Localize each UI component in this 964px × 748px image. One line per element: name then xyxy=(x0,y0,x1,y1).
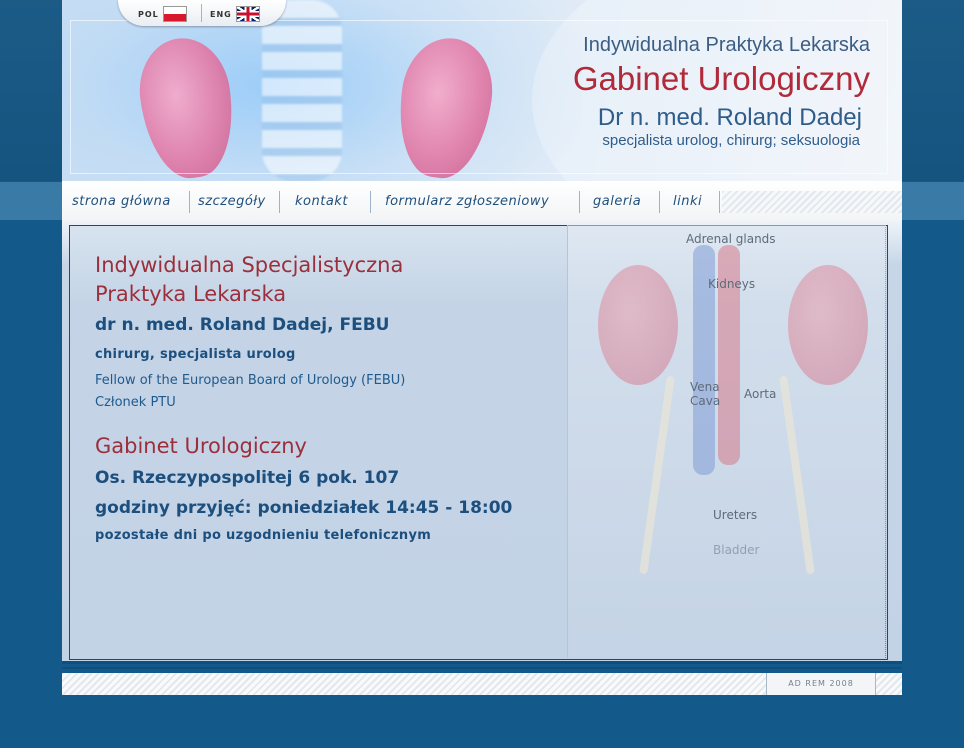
anatomy-kidney-left xyxy=(598,265,678,385)
language-separator xyxy=(201,4,202,22)
label-adrenal-glands: Adrenal glands xyxy=(686,232,776,246)
label-kidneys: Kidneys xyxy=(708,277,756,291)
anatomy-illustration: Adrenal glands Kidneys Vena Cava Aorta U… xyxy=(567,225,886,658)
footer-divider-thick xyxy=(62,661,902,664)
language-eng-label: ENG xyxy=(210,9,232,19)
nav-separator xyxy=(279,191,280,213)
footer-divider-thin xyxy=(62,667,902,669)
doctor-name: dr n. med. Roland Dadej, FEBU xyxy=(95,315,390,335)
language-switcher: POL ENG xyxy=(118,0,286,26)
nav-separator xyxy=(579,191,580,213)
label-vena: Vena xyxy=(690,380,720,394)
label-bladder: Bladder xyxy=(713,543,760,557)
nav-item-links[interactable]: linki xyxy=(673,192,702,212)
other-days-note: pozostałe dni po uzgodnieniu telefoniczn… xyxy=(95,528,432,543)
poland-flag-icon xyxy=(162,6,187,22)
credentials: Fellow of the European Board of Urology … xyxy=(95,370,555,414)
nav-separator xyxy=(719,191,720,213)
nav-item-gallery[interactable]: galeria xyxy=(593,192,641,212)
label-cava: Cava xyxy=(690,394,721,408)
label-ureters: Ureters xyxy=(713,508,758,522)
header-titles: Indywidualna Praktyka Lekarska Gabinet U… xyxy=(573,34,870,149)
fellow-text: Fellow of the European Board of Urology … xyxy=(95,373,406,388)
header-clinic-title: Gabinet Urologiczny xyxy=(572,60,870,97)
nav-separator xyxy=(659,191,660,213)
practice-heading-line2: Praktyka Lekarska xyxy=(95,282,287,306)
nav-item-home[interactable]: strona główna xyxy=(72,192,171,212)
nav-item-contact[interactable]: kontakt xyxy=(295,192,348,212)
content-area: Adrenal glands Kidneys Vena Cava Aorta U… xyxy=(62,221,902,661)
office-hours: godziny przyjęć: poniedziałek 14:45 - 18… xyxy=(95,498,513,518)
ureter-left-shape xyxy=(639,375,675,575)
practice-heading-line1: Indywidualna Specjalistyczna xyxy=(95,253,404,277)
main-text: Indywidualna Specjalistyczna Praktyka Le… xyxy=(95,251,555,543)
nav-stripe-decoration xyxy=(722,191,902,213)
footer-copyright: AD REM 2008 xyxy=(766,673,876,695)
language-pol-link[interactable]: POL xyxy=(138,6,187,22)
footer: AD REM 2008 xyxy=(62,673,902,695)
header-specialties: specjalista urolog, chirurg; seksuologia xyxy=(602,132,860,149)
language-pol-label: POL xyxy=(138,9,159,19)
nav-item-application-form[interactable]: formularz zgłoszeniowy xyxy=(385,192,549,212)
membership-text: Członek PTU xyxy=(95,395,176,410)
label-aorta: Aorta xyxy=(744,387,777,401)
header-practice-title: Indywidualna Praktyka Lekarska xyxy=(583,34,870,56)
page-container: Indywidualna Praktyka Lekarska Gabinet U… xyxy=(62,0,902,695)
clinic-address: Os. Rzeczypospolitej 6 pok. 107 xyxy=(95,468,400,488)
ureter-right-shape xyxy=(779,375,815,575)
header-doctor-name: Dr n. med. Roland Dadej xyxy=(597,104,862,131)
nav-separator xyxy=(370,191,371,213)
anatomy-kidney-right xyxy=(788,265,868,385)
nav-separator xyxy=(189,191,190,213)
nav-item-details[interactable]: szczegóły xyxy=(198,192,266,212)
main-navigation: strona główna szczegóły kontakt formular… xyxy=(62,181,902,221)
clinic-heading: Gabinet Urologiczny xyxy=(95,434,307,458)
language-eng-link[interactable]: ENG xyxy=(210,6,260,22)
uk-flag-icon xyxy=(235,6,260,22)
practice-heading: Indywidualna Specjalistyczna Praktyka Le… xyxy=(95,251,555,309)
doctor-specialty: chirurg, specjalista urolog xyxy=(95,347,296,362)
header-banner: Indywidualna Praktyka Lekarska Gabinet U… xyxy=(62,0,902,182)
